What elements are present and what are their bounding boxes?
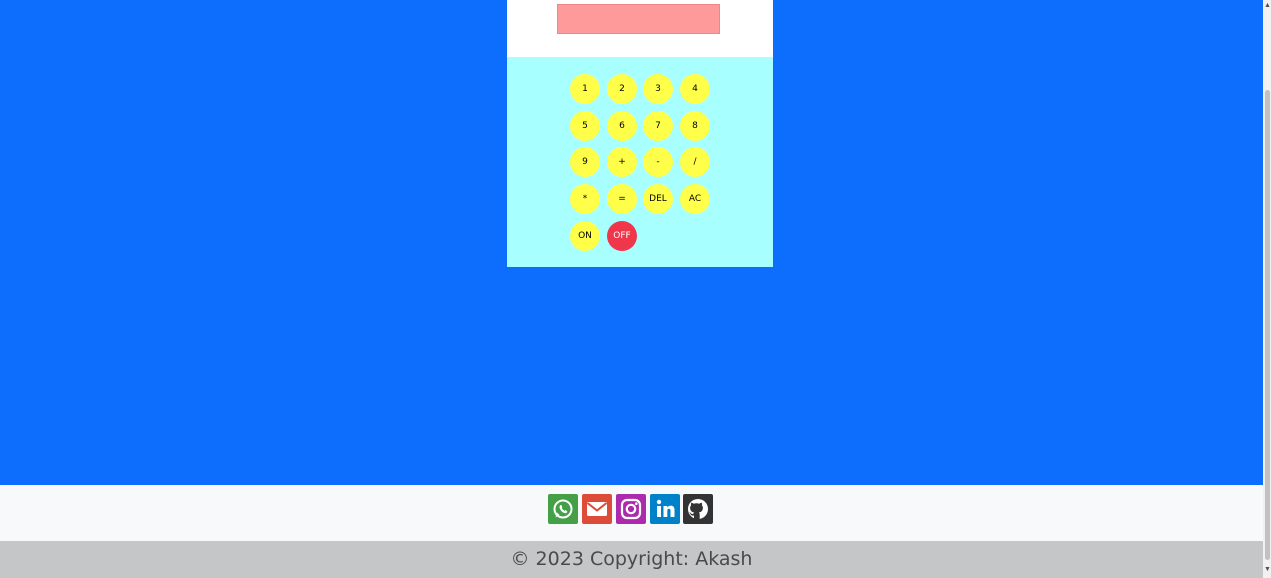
scroll-down-arrow-icon[interactable]: ▼ [1264,566,1271,574]
key-2-button[interactable]: 2 [607,74,637,104]
scroll-up-arrow-icon[interactable]: ▲ [1264,2,1271,10]
linkedin-link[interactable] [650,494,680,524]
key-5-button[interactable]: 5 [570,111,600,141]
key-1-button[interactable]: 1 [570,74,600,104]
main-area: 1 2 3 4 5 6 7 8 9 + - / * = DEL AC ON OF… [0,0,1263,485]
on-button[interactable]: ON [570,221,600,251]
all-clear-button[interactable]: AC [680,184,710,214]
key-3-button[interactable]: 3 [643,74,673,104]
copyright-text: © 2023 Copyright: Akash [0,541,1263,578]
whatsapp-icon [553,499,573,519]
whatsapp-link[interactable] [548,494,578,524]
linkedin-icon [656,499,675,517]
calculator-header [507,0,773,57]
equals-button[interactable]: = [607,184,637,214]
key-7-button[interactable]: 7 [643,111,673,141]
key-6-button[interactable]: 6 [607,111,637,141]
multiply-button[interactable]: * [570,184,600,214]
scrollbar-thumb[interactable] [1265,90,1270,560]
key-4-button[interactable]: 4 [680,74,710,104]
off-button[interactable]: OFF [607,221,637,251]
github-link[interactable] [683,494,713,524]
calculator-keypad: 1 2 3 4 5 6 7 8 9 + - / * = DEL AC ON OF… [507,57,773,267]
divide-button[interactable]: / [680,147,710,177]
calculator-display[interactable] [557,4,720,34]
key-9-button[interactable]: 9 [570,147,600,177]
vertical-scrollbar[interactable]: ▲ ▼ [1263,0,1271,578]
github-icon [688,499,708,519]
instagram-icon [620,498,642,520]
instagram-link[interactable] [616,494,646,524]
minus-button[interactable]: - [643,147,673,177]
plus-button[interactable]: + [607,147,637,177]
email-link[interactable] [582,494,612,524]
footer-social-bar [0,485,1263,541]
key-8-button[interactable]: 8 [680,111,710,141]
calculator: 1 2 3 4 5 6 7 8 9 + - / * = DEL AC ON OF… [507,0,773,267]
delete-button[interactable]: DEL [643,184,673,214]
envelope-icon [586,502,608,516]
